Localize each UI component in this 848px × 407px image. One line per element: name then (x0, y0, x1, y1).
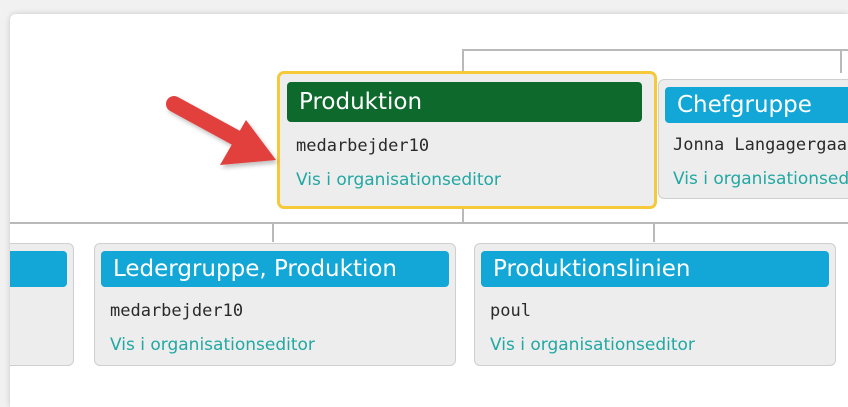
unit-user-produktion: medarbejder10 (296, 136, 430, 156)
unit-card-ledergruppe-produktion[interactable]: Ledergruppe, Produktion medarbejder10 Vi… (94, 243, 456, 366)
connector-top-horizontal (462, 49, 848, 51)
org-chart-canvas: Produktion medarbejder10 Vis i organisat… (10, 14, 848, 407)
unit-user-produktionslinien: poul (490, 301, 531, 321)
unit-title-chefgruppe: Chefgruppe (665, 87, 848, 123)
vis-i-organisationseditor-link[interactable]: Vis i organisationseditor (673, 169, 848, 189)
connector-top-to-chefgruppe (840, 49, 842, 73)
unit-card-left-partial[interactable] (10, 243, 74, 366)
unit-user-chefgruppe: Jonna Langagergaard (673, 135, 848, 155)
unit-card-produktionslinien[interactable]: Produktionslinien poul Vis i organisatio… (474, 243, 836, 366)
connector-to-produktionslinien (653, 222, 655, 242)
vis-i-organisationseditor-link[interactable]: Vis i organisationseditor (110, 335, 315, 355)
connector-to-ledergruppe (272, 222, 274, 242)
unit-title-ledergruppe-produktion: Ledergruppe, Produktion (101, 251, 449, 287)
vis-i-organisationseditor-link[interactable]: Vis i organisationseditor (296, 170, 501, 190)
connector-children-horizontal (10, 222, 848, 224)
unit-title-produktionslinien: Produktionslinien (481, 251, 829, 287)
vis-i-organisationseditor-link[interactable]: Vis i organisationseditor (490, 335, 695, 355)
connector-top-to-produktion (462, 49, 464, 73)
unit-card-chefgruppe[interactable]: Chefgruppe Jonna Langagergaard Vis i org… (658, 79, 848, 199)
unit-title-produktion: Produktion (287, 82, 642, 122)
unit-card-produktion[interactable]: Produktion medarbejder10 Vis i organisat… (277, 71, 657, 209)
unit-user-ledergruppe-produktion: medarbejder10 (110, 301, 244, 321)
unit-title-left-partial (10, 251, 67, 287)
connector-produktion-down (462, 208, 464, 223)
